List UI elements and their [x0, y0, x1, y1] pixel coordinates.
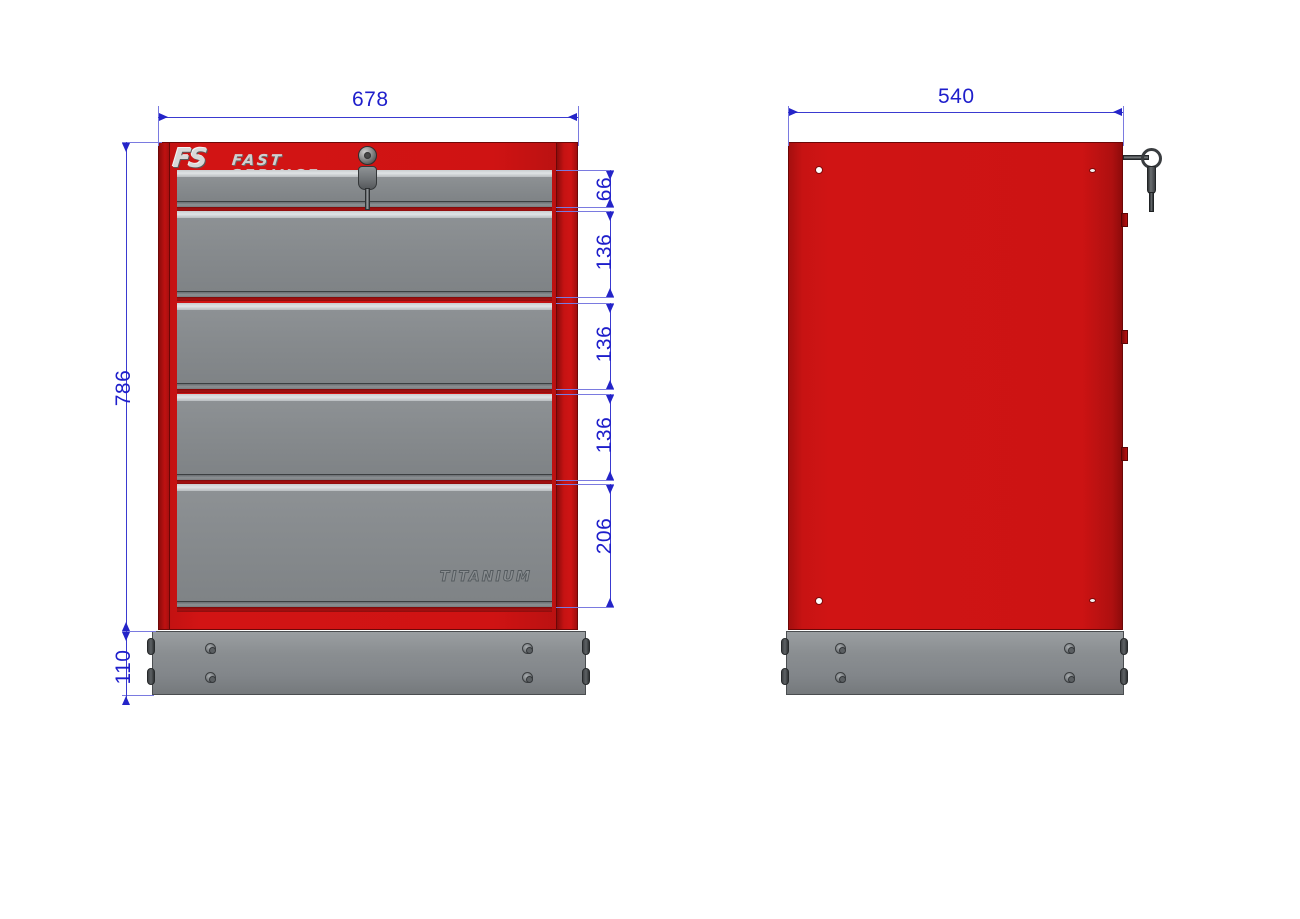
- dimension-value-110: 110: [112, 649, 135, 685]
- base-plinth-side: [786, 631, 1124, 695]
- dimension-value-540: 540: [938, 85, 975, 108]
- drawer-4[interactable]: [177, 394, 552, 480]
- mounting-hole-icon: [815, 597, 823, 605]
- drawer-face: [177, 310, 552, 383]
- screw-icon: [1064, 643, 1075, 654]
- screw-icon: [1064, 672, 1075, 683]
- base-tab-left-upper: [781, 638, 789, 655]
- dimension-value-678: 678: [352, 88, 389, 111]
- side-panel: [788, 142, 1123, 630]
- screw-icon: [835, 643, 846, 654]
- dimension-value-d3: 136: [593, 325, 616, 363]
- base-tab-left-upper: [147, 638, 155, 655]
- cylinder-lock-icon[interactable]: [358, 146, 377, 165]
- base-tab-right-upper: [582, 638, 590, 655]
- drawer-highlight: [177, 303, 552, 310]
- drawer-gap-2: [177, 297, 552, 301]
- base-tab-right-upper: [1120, 638, 1128, 655]
- screw-icon: [835, 672, 846, 683]
- logo-mark: FS: [171, 144, 208, 174]
- key-shaft: [365, 188, 370, 210]
- screw-icon: [205, 643, 216, 654]
- side-panel-nub: [1121, 330, 1128, 344]
- dimension-value-d4: 136: [593, 416, 616, 454]
- side-panel-nub: [1121, 447, 1128, 461]
- base-tab-right-lower: [582, 668, 590, 685]
- mounting-hole-icon: [815, 166, 823, 174]
- drawer-face: [177, 218, 552, 291]
- drawer-3[interactable]: [177, 303, 552, 389]
- dimension-value-d2: 136: [593, 233, 616, 271]
- drawer-face: [177, 401, 552, 474]
- mounting-hole-icon: [1089, 168, 1096, 173]
- cabinet-left-edge: [159, 143, 170, 629]
- key-tail: [1149, 192, 1154, 212]
- side-panel-nub: [1121, 213, 1128, 227]
- drawer-highlight: [177, 394, 552, 401]
- base-plinth-front: [152, 631, 586, 695]
- key-icon[interactable]: [1147, 166, 1156, 194]
- dimension-value-d1: 66: [593, 176, 616, 202]
- dimension-value-d5: 206: [593, 517, 616, 555]
- drawer-highlight: [177, 484, 552, 491]
- cabinet-right-edge: [556, 143, 577, 629]
- base-tab-left-lower: [147, 668, 155, 685]
- drawer-gap-5: [177, 607, 552, 612]
- base-tab-left-lower: [781, 668, 789, 685]
- drawer-gap-3: [177, 389, 552, 393]
- mounting-hole-icon: [1089, 598, 1096, 603]
- dimension-value-786: 786: [112, 369, 135, 407]
- screw-icon: [205, 672, 216, 683]
- base-tab-right-lower: [1120, 668, 1128, 685]
- drawer-2[interactable]: [177, 211, 552, 297]
- drawer-highlight: [177, 211, 552, 218]
- key-icon[interactable]: [358, 166, 377, 190]
- screw-icon: [522, 672, 533, 683]
- titanium-badge: TITANIUM: [439, 569, 532, 586]
- technical-drawing-canvas: FS FAST SERVICE: [0, 0, 1300, 919]
- drawer-5[interactable]: TITANIUM: [177, 484, 552, 607]
- screw-icon: [522, 643, 533, 654]
